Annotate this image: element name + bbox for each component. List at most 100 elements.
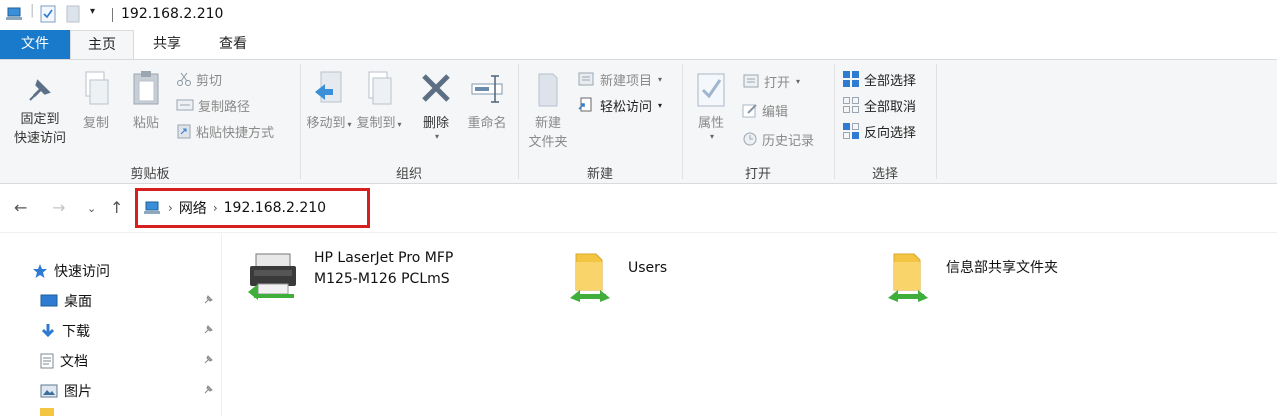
tab-share[interactable]: 共享 (138, 30, 196, 59)
sidebar-item-label: 文档 (60, 354, 88, 370)
download-icon (41, 324, 55, 338)
group-label-clipboard: 剪贴板 (130, 167, 170, 182)
ribbon-tabs: 文件 主页 共享 查看 (0, 30, 1277, 60)
select-none-button[interactable]: 全部取消 (842, 94, 916, 116)
breadcrumb-chevron-icon[interactable]: › (168, 201, 173, 215)
group-divider (834, 64, 835, 179)
network-item-shared-folder[interactable]: 信息部共享文件夹 (884, 250, 1058, 306)
move-to-button[interactable]: 移动到 ▾ (304, 70, 354, 134)
sidebar-item-downloads[interactable]: 下载 (40, 320, 220, 342)
shared-folder-label: 信息部共享文件夹 (946, 260, 1058, 276)
forward-arrow-icon[interactable]: → (52, 198, 65, 217)
pin-icon (204, 355, 213, 364)
star-icon (33, 264, 47, 278)
paste-button[interactable]: 粘贴 (124, 70, 168, 133)
network-computer-icon[interactable] (6, 5, 24, 27)
group-divider (518, 64, 519, 179)
breadcrumb-network[interactable]: 网络 (179, 198, 207, 218)
sidebar-item-pictures[interactable]: 图片 (40, 380, 220, 402)
shared-folder-icon (570, 253, 610, 302)
rename-icon (471, 75, 503, 103)
properties-label: 属性 ▾ (697, 116, 724, 141)
invert-selection-icon (843, 123, 859, 139)
easy-access-button[interactable]: 轻松访问 ▾ (578, 94, 662, 116)
breadcrumb-host[interactable]: 192.168.2.210 (224, 200, 326, 216)
pin-label-1: 固定到 (20, 112, 60, 127)
edit-pencil-icon (742, 104, 757, 118)
pin-icon (204, 385, 213, 394)
copy-button[interactable]: 复制 (74, 70, 118, 133)
new-folder-label-1: 新建 (534, 116, 561, 131)
easy-access-icon (578, 97, 592, 112)
scissors-icon (177, 72, 191, 86)
open-button[interactable]: 打开 ▾ (742, 70, 800, 92)
copy-to-button[interactable]: 复制到 ▾ (354, 70, 404, 134)
properties-check-icon[interactable] (40, 5, 56, 27)
cut-button[interactable]: 剪切 (176, 68, 222, 90)
select-all-label: 全部选择 (864, 73, 917, 89)
address-bar[interactable]: › 网络 › 192.168.2.210 (135, 188, 370, 228)
printer-name-line-1: HP LaserJet Pro MFP (314, 250, 454, 266)
new-item-button[interactable]: 新建项目 ▾ (578, 68, 662, 90)
window-title: 192.168.2.210 (121, 6, 224, 22)
ribbon-home: 固定到 快速访问 复制 粘贴 剪切 复制路径 粘贴快捷方式 剪贴板 移动到 ▾ 复… (0, 59, 1277, 184)
copy-icon (85, 71, 109, 105)
easy-access-label: 轻松访问 (600, 99, 653, 115)
select-all-button[interactable]: 全部选择 (842, 68, 916, 90)
network-item-printer[interactable]: HP LaserJet Pro MFP M125-M126 PCLmS (246, 248, 453, 304)
pin-to-quick-access-button[interactable]: 固定到 快速访问 (8, 74, 72, 148)
sidebar-item-label: 桌面 (64, 294, 92, 310)
edit-button[interactable]: 编辑 (742, 99, 788, 121)
group-label-open: 打开 (744, 167, 771, 182)
breadcrumb-chevron-icon[interactable]: › (213, 201, 218, 215)
new-folder-small-icon[interactable] (66, 5, 80, 27)
delete-button[interactable]: 删除 ▾ (414, 70, 458, 141)
new-folder-label-2: 文件夹 (528, 135, 568, 150)
group-divider (936, 64, 937, 179)
sidebar-item-label: 下载 (62, 324, 90, 340)
tab-file[interactable]: 文件 (0, 30, 70, 59)
tab-home[interactable]: 主页 (70, 30, 134, 60)
divider-bar-icon: | (30, 3, 35, 18)
invert-selection-button[interactable]: 反向选择 (842, 120, 916, 142)
copy-path-button[interactable]: 复制路径 (176, 94, 250, 116)
delete-label: 删除 ▾ (422, 116, 449, 141)
rename-label: 重命名 (467, 116, 507, 131)
rename-button[interactable]: 重命名 (460, 70, 514, 133)
group-divider (682, 64, 683, 179)
title-separator (112, 8, 113, 22)
pin-label-2: 快速访问 (13, 131, 66, 146)
new-folder-icon (538, 73, 558, 107)
history-label: 历史记录 (762, 133, 815, 149)
network-icon (144, 201, 160, 214)
properties-button[interactable]: 属性 ▾ (688, 70, 734, 141)
new-folder-button[interactable]: 新建 文件夹 (522, 70, 574, 152)
select-none-label: 全部取消 (864, 99, 917, 115)
edit-label: 编辑 (762, 104, 789, 120)
document-icon (40, 353, 54, 369)
copy-label: 复制 (82, 116, 109, 131)
back-arrow-icon[interactable]: ← (14, 198, 27, 217)
copy-to-label: 复制到 ▾ (356, 116, 402, 131)
customize-toolbar-icon[interactable]: ▾ (90, 6, 95, 17)
paste-shortcut-label: 粘贴快捷方式 (196, 125, 275, 141)
move-to-label: 移动到 ▾ (306, 116, 352, 131)
navigation-bar: ← → ⌄ ↑ › 网络 › 192.168.2.210 (0, 185, 1277, 233)
up-arrow-icon[interactable]: ↑ (110, 198, 123, 217)
sidebar-item-quick-access[interactable]: 快速访问 (32, 260, 222, 282)
sidebar-item-documents[interactable]: 文档 (40, 350, 220, 372)
tab-view[interactable]: 查看 (204, 30, 262, 59)
pin-icon (29, 79, 51, 101)
paste-shortcut-button[interactable]: 粘贴快捷方式 (176, 120, 274, 142)
sidebar-item-desktop[interactable]: 桌面 (40, 290, 220, 312)
network-item-users[interactable]: Users (566, 250, 667, 306)
recent-locations-chevron-icon[interactable]: ⌄ (87, 202, 96, 215)
history-button[interactable]: 历史记录 (742, 128, 814, 150)
copy-path-label: 复制路径 (198, 99, 251, 115)
pictures-icon (40, 384, 58, 398)
group-label-select: 选择 (871, 167, 898, 182)
cut-label: 剪切 (196, 73, 223, 89)
invert-selection-label: 反向选择 (864, 125, 917, 141)
desktop-icon (40, 294, 58, 307)
pin-icon (204, 325, 213, 334)
